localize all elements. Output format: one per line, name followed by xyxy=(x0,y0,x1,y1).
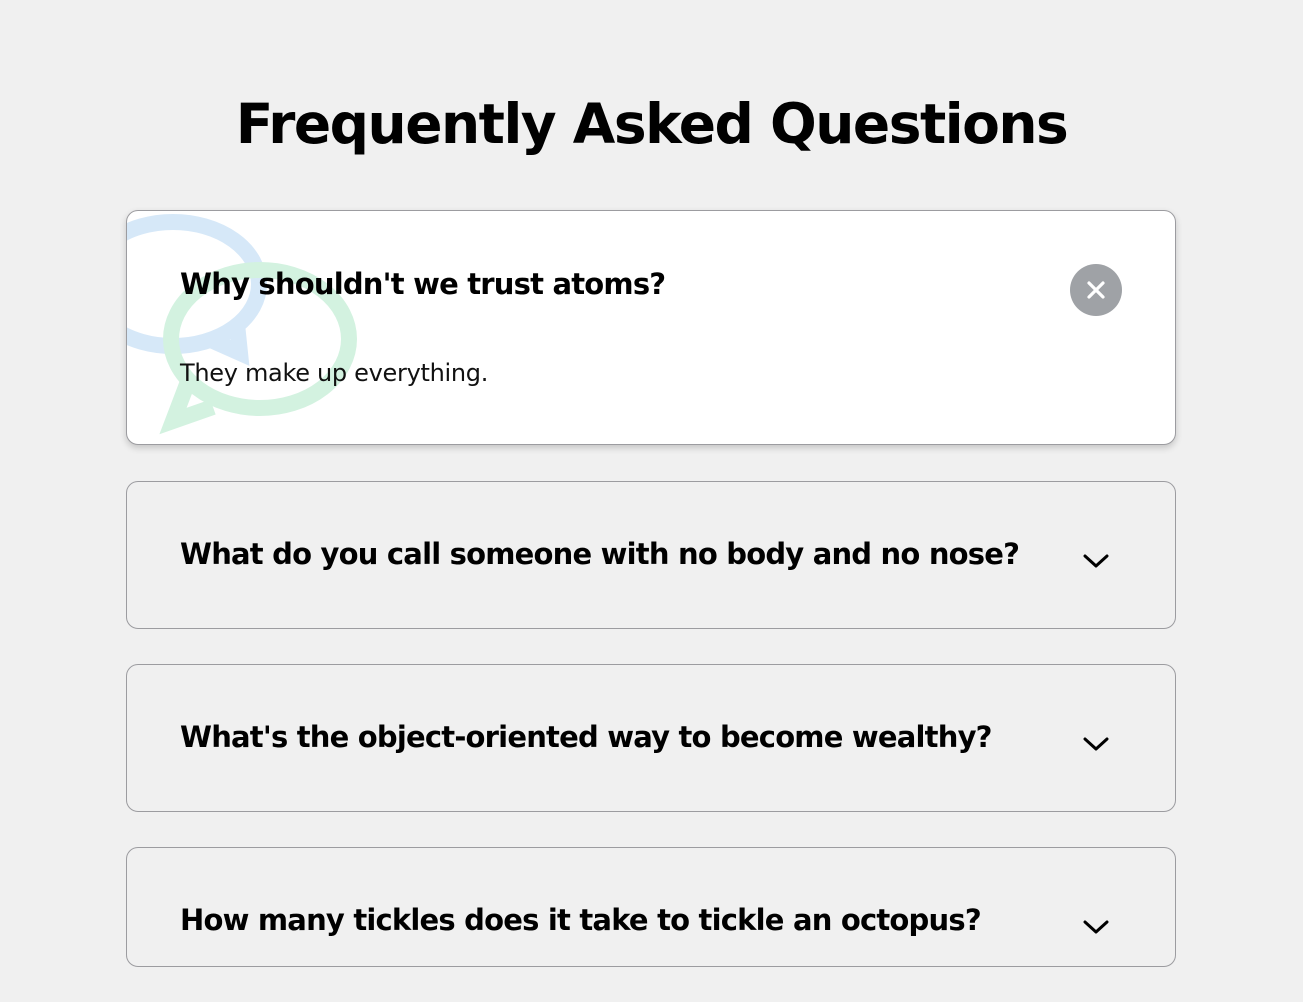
faq-toggle-button[interactable] xyxy=(1079,548,1113,574)
faq-item-1[interactable]: Why shouldn't we trust atoms? They make … xyxy=(126,210,1176,445)
faq-answer: They make up everything. xyxy=(180,359,489,387)
faq-item-2[interactable]: What do you call someone with no body an… xyxy=(126,481,1176,629)
chevron-down-icon xyxy=(1083,554,1109,568)
faq-question: How many tickles does it take to tickle … xyxy=(180,903,982,937)
faq-item-4[interactable]: How many tickles does it take to tickle … xyxy=(126,847,1176,967)
chevron-down-icon xyxy=(1083,920,1109,934)
chat-bubbles-icon xyxy=(127,214,357,435)
faq-toggle-button[interactable] xyxy=(1079,914,1113,940)
chevron-down-icon xyxy=(1083,737,1109,751)
faq-question: Why shouldn't we trust atoms? xyxy=(180,267,666,301)
faq-question: What do you call someone with no body an… xyxy=(180,537,1020,571)
faq-item-3[interactable]: What's the object-oriented way to become… xyxy=(126,664,1176,812)
faq-list: Why shouldn't we trust atoms? They make … xyxy=(126,210,1176,1002)
close-icon xyxy=(1087,281,1105,299)
faq-close-button[interactable] xyxy=(1070,264,1122,316)
faq-toggle-button[interactable] xyxy=(1079,731,1113,757)
faq-question: What's the object-oriented way to become… xyxy=(180,720,993,754)
page-title: Frequently Asked Questions xyxy=(235,92,1069,156)
